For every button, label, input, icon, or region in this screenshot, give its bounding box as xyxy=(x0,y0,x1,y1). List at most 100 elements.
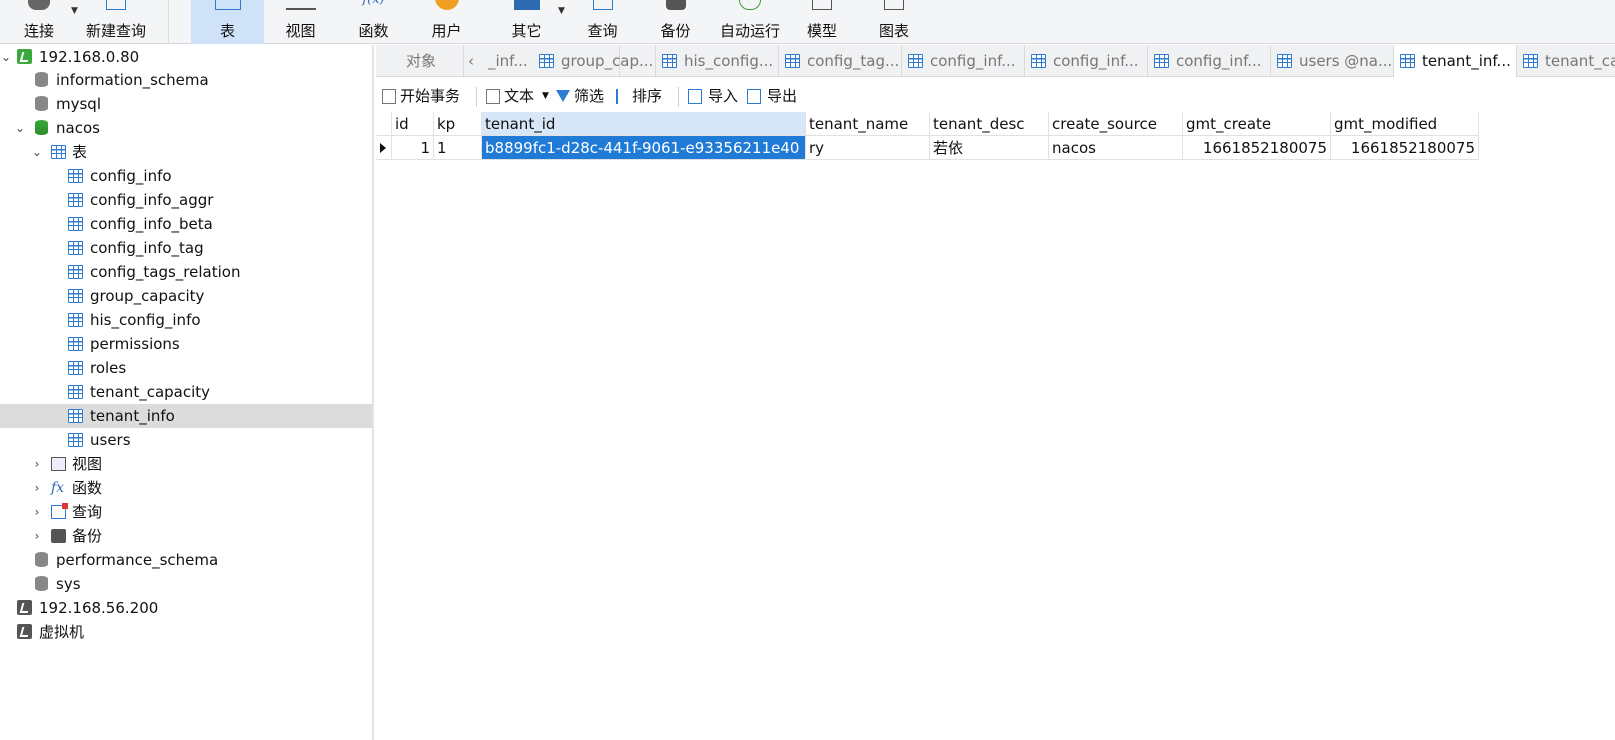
tree-db-nacos[interactable]: ⌄ nacos xyxy=(0,116,372,140)
table-icon xyxy=(68,361,83,375)
toolbar-separator xyxy=(168,0,169,44)
tree-db-information-schema[interactable]: information_schema xyxy=(0,68,372,92)
tree-table-item[interactable]: config_info_aggr xyxy=(0,188,372,212)
chevron-down-icon[interactable]: ⌄ xyxy=(31,140,43,164)
tree-table-item[interactable]: his_config_info xyxy=(0,308,372,332)
table-icon xyxy=(68,169,83,183)
toolbar-separator xyxy=(476,87,477,107)
table-icon xyxy=(908,54,923,68)
table-cell[interactable]: 1 xyxy=(392,136,434,160)
tree-table-item[interactable]: group_capacity xyxy=(0,284,372,308)
table-icon xyxy=(68,385,83,399)
table-cell[interactable]: nacos xyxy=(1049,136,1183,160)
table-cell[interactable]: 1661852180075 xyxy=(1183,136,1331,160)
tree-table-item[interactable]: users xyxy=(0,428,372,452)
tree-views-folder[interactable]: › 视图 xyxy=(0,452,372,476)
connect-icon xyxy=(28,0,50,10)
chevron-right-icon[interactable]: › xyxy=(31,524,43,548)
tab-objects[interactable]: 对象 xyxy=(376,45,464,77)
chart-button[interactable]: 图表 xyxy=(856,0,932,44)
connect-dropdown-caret-icon[interactable]: ▼ xyxy=(71,6,78,16)
table-cell[interactable]: 1 xyxy=(434,136,482,160)
auto-run-button[interactable]: 自动运行 xyxy=(712,0,788,44)
tab-table-8[interactable]: users @na... xyxy=(1271,45,1394,77)
user-button[interactable]: 用户 xyxy=(410,0,483,44)
tab-table-4[interactable]: config_tag... xyxy=(779,45,902,77)
query-button[interactable]: 查询 xyxy=(566,0,639,44)
table-cell[interactable]: 若依 xyxy=(930,136,1049,160)
column-header[interactable]: create_source xyxy=(1049,112,1183,136)
view-glasses-icon xyxy=(285,0,316,10)
table-icon xyxy=(51,145,66,159)
tab-table-7[interactable]: config_inf... xyxy=(1148,45,1271,77)
backup-button[interactable]: 备份 xyxy=(639,0,712,44)
table-icon xyxy=(1154,54,1169,68)
other-dropdown-caret-icon[interactable]: ▼ xyxy=(558,6,565,16)
chart-icon xyxy=(884,0,904,10)
text-view-button[interactable]: 文本 ▼ xyxy=(486,81,554,111)
tree-functions-folder[interactable]: › fx 函数 xyxy=(0,476,372,500)
tab-table-2[interactable]: group_cap... xyxy=(533,45,656,77)
tab-scroll-left-icon[interactable]: ‹ xyxy=(468,45,474,77)
begin-transaction-button[interactable]: 开始事务 xyxy=(382,81,470,111)
chevron-down-icon[interactable]: ⌄ xyxy=(14,116,26,140)
tree-db-sys[interactable]: sys xyxy=(0,572,372,596)
tree-connection-192-168-0-80[interactable]: ⌄ 192.168.0.80 xyxy=(0,45,372,69)
tab-table-3[interactable]: his_config... xyxy=(656,45,779,77)
tree-table-item-selected[interactable]: tenant_info xyxy=(0,404,372,428)
tree-backups-folder[interactable]: › 备份 xyxy=(0,524,372,548)
tab-table-5[interactable]: config_inf... xyxy=(902,45,1025,77)
table-button[interactable]: 表 xyxy=(191,0,264,44)
column-header[interactable]: id xyxy=(392,112,434,136)
column-header[interactable]: gmt_create xyxy=(1183,112,1331,136)
table-icon xyxy=(68,313,83,327)
row-indicator[interactable] xyxy=(376,136,392,160)
tree-queries-folder[interactable]: › 查询 xyxy=(0,500,372,524)
chevron-right-icon[interactable]: › xyxy=(31,452,43,476)
tab-table-6[interactable]: config_inf... xyxy=(1025,45,1148,77)
sort-button[interactable]: 排序 xyxy=(616,81,672,111)
database-icon xyxy=(35,120,48,135)
export-button[interactable]: 导出 xyxy=(747,81,803,111)
tree-connection-192-168-56-200[interactable]: 192.168.56.200 xyxy=(0,596,372,620)
column-header-selected[interactable]: tenant_id xyxy=(482,112,806,136)
import-button[interactable]: 导入 xyxy=(688,81,744,111)
chevron-right-icon[interactable]: › xyxy=(31,476,43,500)
view-button[interactable]: 视图 xyxy=(264,0,337,44)
new-query-button[interactable]: 新建查询 xyxy=(84,0,148,44)
other-icon xyxy=(513,0,540,10)
function-button[interactable]: f(x) 函数 xyxy=(337,0,410,44)
tab-table-active[interactable]: tenant_inf... xyxy=(1394,45,1517,77)
tree-table-item[interactable]: config_info_tag xyxy=(0,236,372,260)
tree-tables-folder[interactable]: ⌄ 表 xyxy=(0,140,372,164)
tree-db-performance-schema[interactable]: performance_schema xyxy=(0,548,372,572)
database-icon xyxy=(35,552,48,567)
caret-down-icon[interactable]: ▼ xyxy=(542,81,549,111)
table-cell[interactable]: ry xyxy=(806,136,930,160)
other-button[interactable]: 其它 xyxy=(490,0,563,44)
data-toolbar: 开始事务 文本 ▼ 筛选 排序 导入 导出 xyxy=(376,81,1615,111)
tree-db-mysql[interactable]: mysql xyxy=(0,92,372,116)
filter-button[interactable]: 筛选 xyxy=(556,81,612,111)
chevron-down-icon[interactable]: ⌄ xyxy=(0,45,12,69)
table-cell[interactable]: 1661852180075 xyxy=(1331,136,1479,160)
tree-table-item[interactable]: roles xyxy=(0,356,372,380)
tab-table-10[interactable]: tenant_ca xyxy=(1517,45,1615,77)
column-header[interactable]: tenant_name xyxy=(806,112,930,136)
tree-table-item[interactable]: config_info xyxy=(0,164,372,188)
connect-button[interactable]: 连接 xyxy=(14,0,64,44)
model-button[interactable]: 模型 xyxy=(788,0,856,44)
tree-table-item[interactable]: tenant_capacity xyxy=(0,380,372,404)
table-cell-selected[interactable]: b8899fc1-d28c-441f-9061-e93356211e40 xyxy=(482,136,806,160)
tree-table-item[interactable]: config_info_beta xyxy=(0,212,372,236)
editor-tab-bar: 对象 ‹ _inf... group_cap... his_config... … xyxy=(376,45,1615,77)
chevron-right-icon[interactable]: › xyxy=(31,500,43,524)
column-header[interactable]: kp xyxy=(434,112,482,136)
tree-connection-virtual-machine[interactable]: 虚拟机 xyxy=(0,620,372,644)
tree-table-item[interactable]: config_tags_relation xyxy=(0,260,372,284)
column-header[interactable]: tenant_desc xyxy=(930,112,1049,136)
column-header[interactable]: gmt_modified xyxy=(1331,112,1479,136)
auto-run-clock-icon xyxy=(739,0,761,10)
tree-table-item[interactable]: permissions xyxy=(0,332,372,356)
backup-icon xyxy=(665,0,686,10)
